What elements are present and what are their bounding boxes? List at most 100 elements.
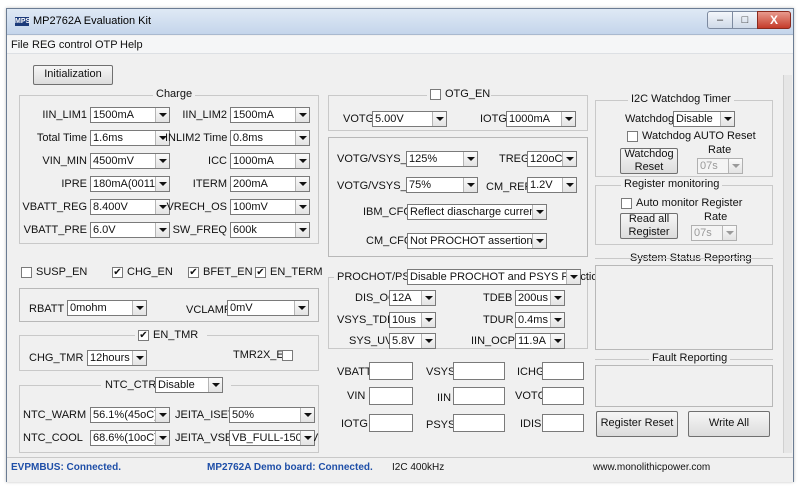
- monitor-rate-select[interactable]: 07s: [691, 225, 737, 241]
- website-link[interactable]: www.monolithicpower.com: [593, 462, 710, 473]
- cm-cfg-select[interactable]: Not PROCHOT assertion: [407, 233, 547, 249]
- bfet-en-checkbox[interactable]: ✔: [188, 267, 199, 278]
- minimize-button[interactable]: –: [707, 11, 733, 29]
- dis-oc-select[interactable]: 12A: [389, 290, 436, 306]
- icc-select[interactable]: 1000mA: [230, 153, 310, 169]
- chevron-down-icon: [421, 334, 435, 348]
- jeita-vset-select[interactable]: VB_FULL-150mV: [229, 430, 318, 446]
- iotg-select[interactable]: 1000mA: [506, 111, 576, 127]
- iin-lim1-select[interactable]: 1500mA: [90, 107, 170, 123]
- vsys-tdb-select[interactable]: 10us: [389, 312, 436, 328]
- idis-readout-field: [542, 414, 584, 432]
- votg-vsys-uv-select[interactable]: 75%: [406, 177, 478, 193]
- chevron-down-icon: [295, 108, 309, 122]
- register-reset-button[interactable]: Register Reset: [596, 411, 678, 437]
- sys-uv-select[interactable]: 5.8V: [389, 333, 436, 349]
- icc-label: ICC: [208, 155, 227, 167]
- vrech-os-select[interactable]: 100mV: [230, 199, 310, 215]
- board-status: MP2762A Demo board: Connected.: [207, 462, 373, 473]
- ntc-cool-select[interactable]: 68.6%(10oC): [90, 430, 170, 446]
- vsys-readout-label: VSYS: [426, 366, 456, 378]
- ntc-ctrl-legend: NTC_CTRL Disable: [101, 377, 231, 395]
- ntc-ctrl-select[interactable]: Disable: [155, 377, 223, 393]
- treg-select[interactable]: 120oC: [527, 151, 577, 167]
- vbatt-pre-value: 6.0V: [93, 224, 116, 236]
- check-icon: ✔: [189, 267, 198, 278]
- vrech-os-value: 100mV: [233, 201, 268, 213]
- en-term-checkbox[interactable]: ✔: [255, 267, 266, 278]
- maximize-button[interactable]: □: [732, 11, 758, 29]
- check-icon: ✔: [139, 330, 148, 341]
- iterm-select[interactable]: 200mA: [230, 176, 310, 192]
- vbatt-reg-select[interactable]: 8.400V: [90, 199, 170, 215]
- initialization-button[interactable]: Initialization: [33, 65, 113, 85]
- dis-oc-value: 12A: [392, 292, 412, 304]
- cm-cfg-value: Not PROCHOT assertion: [410, 235, 533, 247]
- ibm-cfg-select[interactable]: Reflect diascharge current: [407, 204, 547, 220]
- susp-en-checkbox[interactable]: [21, 267, 32, 278]
- chevron-down-icon: [561, 112, 575, 126]
- sw-freq-value: 600k: [233, 224, 257, 236]
- title-bar: MPS MP2762A Evaluation Kit – □ X: [7, 9, 793, 35]
- vbatt-pre-select[interactable]: 6.0V: [90, 222, 170, 238]
- total-time-select[interactable]: 1.6ms: [90, 130, 170, 146]
- tdeb-value: 200us: [518, 292, 548, 304]
- read-all-register-button[interactable]: Read all Register: [620, 213, 678, 239]
- sw-freq-select[interactable]: 600k: [230, 222, 310, 238]
- vsys-readout-field: [453, 362, 505, 380]
- watchdog-auto-reset-checkbox[interactable]: [627, 131, 638, 142]
- menu-otp[interactable]: OTP: [95, 39, 118, 51]
- ntc-warm-select[interactable]: 56.1%(45oC): [90, 407, 170, 423]
- votg-select[interactable]: 5.00V: [372, 111, 447, 127]
- rbatt-select[interactable]: 0mohm: [67, 300, 147, 316]
- watchdog-label: Watchdog: [625, 113, 675, 125]
- cm-cfg-label: CM_CFG: [366, 235, 413, 247]
- chevron-down-icon: [463, 152, 477, 166]
- window-title: MP2762A Evaluation Kit: [33, 15, 152, 27]
- psys-readout-field: [453, 414, 505, 432]
- vertical-scrollbar[interactable]: [783, 75, 792, 453]
- close-button[interactable]: X: [757, 11, 791, 29]
- watchdog-rate-select[interactable]: 07s: [697, 158, 743, 174]
- charge-group-title: Charge: [153, 88, 196, 100]
- votg-vsys-ov-select[interactable]: 125%: [406, 151, 478, 167]
- app-logo-icon: MPS: [15, 17, 31, 26]
- jeita-iset-select[interactable]: 50%: [229, 407, 315, 423]
- otg-en-checkbox[interactable]: [430, 89, 441, 100]
- votg-readout-field: [542, 387, 584, 405]
- fault-reporting-panel: [595, 365, 773, 407]
- write-all-button[interactable]: Write All: [688, 411, 770, 437]
- chevron-down-icon: [463, 178, 477, 192]
- menu-reg-control[interactable]: REG control: [32, 39, 92, 51]
- watchdog-rate-label: Rate: [708, 144, 732, 156]
- iotg-readout-label: IOTG: [341, 418, 368, 430]
- inlim2-time-select[interactable]: 0.8ms: [230, 130, 310, 146]
- watchdog-select[interactable]: Disable: [673, 111, 735, 127]
- chevron-down-icon: [550, 313, 564, 327]
- iterm-label: ITERM: [192, 178, 227, 190]
- chg-tmr-select[interactable]: 12hours: [87, 350, 147, 366]
- iin-readout-field: [453, 387, 505, 405]
- chg-en-checkbox[interactable]: ✔: [112, 267, 123, 278]
- ipre-select[interactable]: 180mA(0011): [90, 176, 170, 192]
- tdur-select[interactable]: 0.4ms: [515, 312, 565, 328]
- iin-ocp-select[interactable]: 11.9A: [515, 333, 565, 349]
- menu-bar: File REG control OTP Help: [7, 36, 793, 54]
- vbatt-reg-label: VBATT_REG: [22, 201, 87, 213]
- tdeb-select[interactable]: 200us: [515, 290, 565, 306]
- en-tmr-checkbox[interactable]: ✔: [138, 330, 149, 341]
- jeita-iset-label: JEITA_ISET: [175, 409, 235, 421]
- auto-monitor-checkbox[interactable]: [621, 198, 632, 209]
- chevron-down-icon: [155, 431, 169, 445]
- menu-help[interactable]: Help: [120, 39, 143, 51]
- watchdog-reset-button[interactable]: Watchdog Reset: [620, 148, 678, 174]
- prochot-select[interactable]: Disable PROCHOT and PSYS Function: [407, 269, 604, 285]
- vin-min-select[interactable]: 4500mV: [90, 153, 170, 169]
- menu-file[interactable]: File: [11, 39, 29, 51]
- tmr2x-en-checkbox[interactable]: [282, 350, 293, 361]
- cm-ref-select[interactable]: 1.2V: [527, 177, 577, 193]
- chevron-down-icon: [720, 112, 734, 126]
- vin-readout-field: [369, 387, 413, 405]
- vclamp-select[interactable]: 0mV: [227, 300, 309, 316]
- iin-lim2-select[interactable]: 1500mA: [230, 107, 310, 123]
